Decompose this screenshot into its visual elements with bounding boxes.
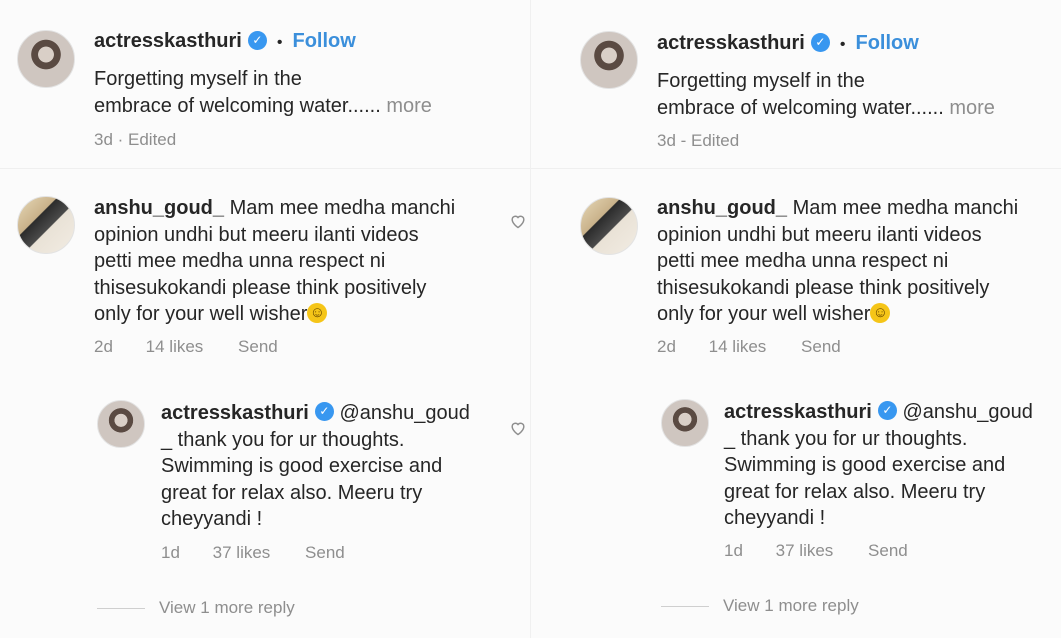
send-button[interactable]: Send: [238, 337, 278, 356]
reply-username[interactable]: actresskasthuri: [161, 402, 309, 424]
verified-badge-icon: ✓: [314, 402, 334, 422]
view-more-label[interactable]: View 1 more reply: [723, 596, 859, 615]
reply-username[interactable]: actresskasthuri: [724, 401, 872, 423]
post-header: actresskasthuri ✓ • Follow: [94, 28, 356, 55]
avatar[interactable]: [661, 399, 709, 447]
screenshot-pair: actresskasthuri ✓ • Follow Forgetting mysel…: [0, 0, 1061, 638]
comment-time: 2d: [94, 337, 113, 356]
divider: [0, 168, 530, 169]
comment-actions: 2d 14 likes Send: [657, 337, 841, 357]
more-link[interactable]: more: [949, 97, 995, 119]
avatar[interactable]: [17, 30, 75, 88]
send-button[interactable]: Send: [305, 543, 345, 562]
smile-emoji: ☺: [307, 302, 328, 323]
comments-panel-left: actresskasthuri ✓ • Follow Forgetting mysel…: [0, 0, 530, 638]
divider: [531, 168, 1061, 169]
reply-text: great for relax also. Meeru try: [161, 481, 423, 504]
verified-badge-icon: ✓: [877, 401, 897, 421]
verified-badge-icon: ✓: [810, 33, 830, 53]
avatar[interactable]: [17, 196, 75, 254]
post-username[interactable]: actresskasthuri: [657, 32, 805, 54]
view-more-replies[interactable]: View 1 more reply: [661, 596, 859, 616]
post-caption: Forgetting myself in the embrace of welc…: [657, 68, 995, 121]
reply-text: Swimming is good exercise and: [161, 455, 443, 477]
reply-body: actresskasthuri ✓ @anshu_goud _ thank you…: [724, 399, 1054, 532]
separator-dot: •: [276, 34, 283, 51]
avatar[interactable]: [580, 31, 638, 89]
more-link[interactable]: more: [386, 95, 432, 117]
comment-time: 2d: [657, 337, 676, 356]
comment-body: anshu_goud_ Mam mee medha manchi opinion…: [657, 195, 1057, 328]
reply-time: 1d: [161, 543, 180, 562]
smile-emoji: ☺: [870, 302, 891, 323]
caption-line: Forgetting myself in the: [94, 68, 302, 90]
comment-text: opinion undhi but meeru ilanti videos: [94, 223, 419, 246]
reply-text: _ thank you for ur thoughts.: [161, 428, 405, 451]
post-meta: 3d · Edited: [94, 130, 177, 149]
comment-text: Mam mee medha manchi: [792, 197, 1019, 219]
reply-text: Swimming is good exercise and: [724, 454, 1006, 476]
reply-text: great for relax also. Meeru try: [724, 480, 986, 503]
mention-link[interactable]: @anshu_goud: [902, 401, 1032, 423]
comment-username[interactable]: anshu_goud_: [94, 197, 224, 219]
comment-text: only for your well wisher: [94, 303, 308, 325]
comment-text: opinion undhi but meeru ilanti videos: [657, 223, 982, 246]
likes-count[interactable]: 14 likes: [146, 337, 204, 356]
heart-outline-icon[interactable]: [509, 213, 527, 229]
view-more-label[interactable]: View 1 more reply: [159, 598, 295, 617]
post-header: actresskasthuri ✓ • Follow: [657, 30, 919, 57]
comment-text: Mam mee medha manchi: [229, 197, 456, 219]
comment-body: anshu_goud_ Mam mee medha manchi opinion…: [94, 195, 494, 328]
send-button[interactable]: Send: [868, 541, 908, 560]
comment-text: thisesukokandi please think positively: [94, 276, 427, 299]
likes-count[interactable]: 37 likes: [776, 541, 834, 560]
view-more-replies[interactable]: View 1 more reply: [97, 598, 295, 618]
caption-line: embrace of welcoming water......: [94, 94, 381, 117]
comment-actions: 2d 14 likes Send: [94, 337, 278, 357]
reply-text: cheyyandi !: [724, 507, 826, 529]
comment-text: only for your well wisher: [657, 303, 871, 325]
post-username[interactable]: actresskasthuri: [94, 30, 242, 52]
comment-text: petti mee medha unna respect ni: [94, 250, 386, 272]
send-button[interactable]: Send: [801, 337, 841, 356]
follow-button[interactable]: Follow: [292, 30, 355, 52]
likes-count[interactable]: 14 likes: [709, 337, 767, 356]
caption-line: Forgetting myself in the: [657, 70, 865, 92]
avatar[interactable]: [580, 197, 638, 255]
comment-text: petti mee medha unna respect ni: [657, 250, 949, 272]
separator-dot: •: [839, 36, 846, 53]
comment-text: thisesukokandi please think positively: [657, 276, 990, 299]
verified-badge-icon: ✓: [247, 31, 267, 51]
comment-username[interactable]: anshu_goud_: [657, 197, 787, 219]
likes-count[interactable]: 37 likes: [213, 543, 271, 562]
mention-link[interactable]: @anshu_goud: [339, 402, 469, 424]
thread-line: [661, 606, 709, 608]
reply-text: _ thank you for ur thoughts.: [724, 427, 968, 450]
thread-line: [97, 608, 145, 610]
avatar[interactable]: [97, 400, 145, 448]
caption-line: embrace of welcoming water......: [657, 96, 944, 119]
comments-panel-right: actresskasthuri ✓ • Follow Forgetting mysel…: [530, 0, 1061, 638]
reply-actions: 1d 37 likes Send: [161, 543, 345, 563]
post-caption: Forgetting myself in the embrace of welc…: [94, 66, 432, 119]
reply-actions: 1d 37 likes Send: [724, 541, 908, 561]
reply-text: cheyyandi !: [161, 508, 263, 530]
post-meta: 3d - Edited: [657, 131, 740, 150]
follow-button[interactable]: Follow: [855, 32, 918, 54]
heart-outline-icon[interactable]: [509, 420, 527, 436]
reply-body: actresskasthuri ✓ @anshu_goud _ thank you…: [161, 400, 501, 533]
reply-time: 1d: [724, 541, 743, 560]
